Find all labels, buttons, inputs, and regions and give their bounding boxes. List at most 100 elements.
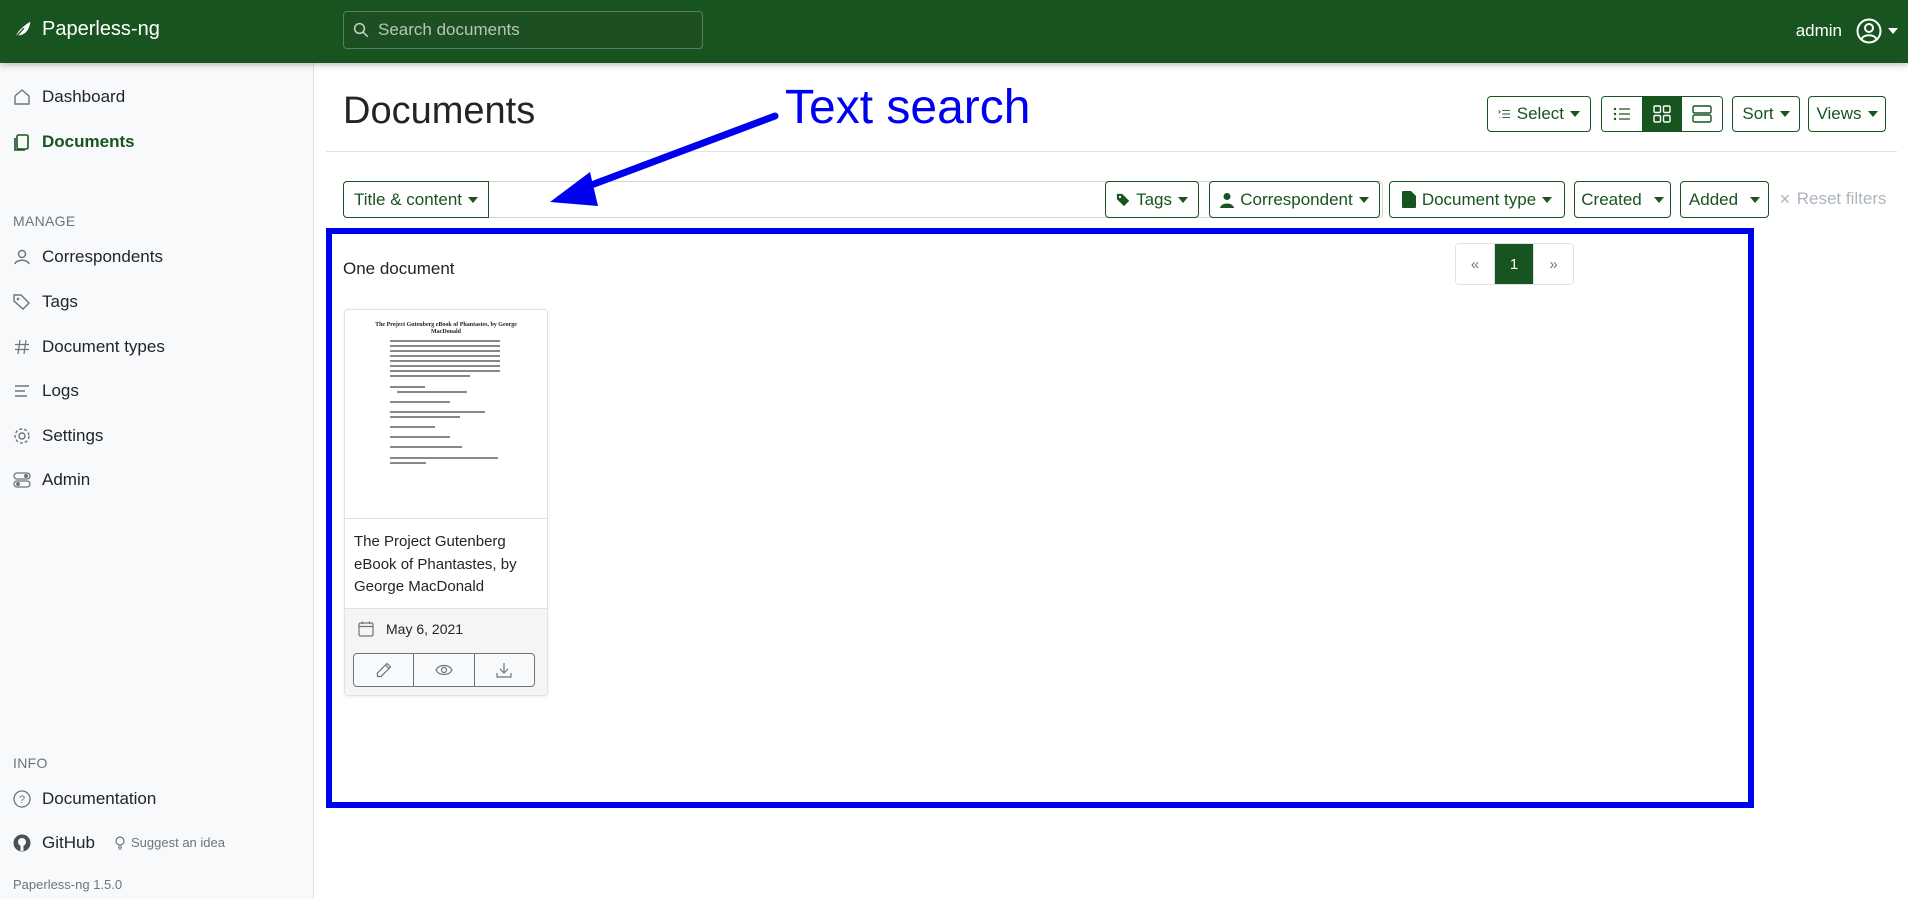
house-icon bbox=[14, 89, 30, 105]
pagination: « 1 » bbox=[1455, 243, 1574, 285]
sidebar-item-tags[interactable]: Tags bbox=[12, 292, 78, 312]
select-dropdown-button[interactable]: Select bbox=[1487, 96, 1591, 132]
sort-dropdown-button[interactable]: Sort bbox=[1732, 96, 1800, 132]
person-fill-icon bbox=[1220, 192, 1235, 208]
thumbnail-text-line bbox=[390, 375, 470, 377]
correspondent-filter-button[interactable]: Correspondent bbox=[1209, 181, 1380, 218]
thumbnail-text-line bbox=[390, 416, 460, 418]
manage-section-label: MANAGE bbox=[13, 213, 76, 229]
added-filter-button[interactable]: Added bbox=[1680, 181, 1769, 218]
info-section-label: INFO bbox=[13, 755, 48, 771]
app-version: Paperless-ng 1.5.0 bbox=[13, 877, 123, 892]
user-menu[interactable]: admin bbox=[1796, 18, 1898, 44]
thumbnail-text-line bbox=[390, 401, 450, 403]
tags-icon bbox=[13, 294, 30, 310]
thumbnail-text-line bbox=[390, 462, 426, 464]
thumbnail-text-line bbox=[390, 426, 435, 428]
sidebar-item-label: Settings bbox=[42, 426, 104, 445]
search-icon bbox=[353, 22, 369, 38]
chevron-down-icon bbox=[1542, 196, 1553, 203]
svg-text:?: ? bbox=[19, 794, 25, 806]
calendar-icon bbox=[358, 621, 374, 637]
chevron-down-icon bbox=[1653, 196, 1664, 203]
select-label: Select bbox=[1516, 104, 1564, 123]
app-name: Paperless-ng bbox=[42, 18, 160, 40]
view-details-button[interactable] bbox=[1602, 97, 1642, 131]
sidebar-item-correspondents[interactable]: Correspondents bbox=[12, 247, 163, 267]
tags-filter-label: Tags bbox=[1136, 189, 1172, 209]
download-icon bbox=[496, 663, 512, 678]
sidebar-item-label: Tags bbox=[42, 292, 78, 311]
sort-label: Sort bbox=[1742, 104, 1774, 123]
text-filter-scope-button[interactable]: Title & content bbox=[343, 181, 489, 218]
app-brand[interactable]: Paperless-ng bbox=[12, 18, 160, 41]
document-title[interactable]: The Project Gutenberg eBook of Phantaste… bbox=[354, 531, 542, 599]
view-small-cards-button[interactable] bbox=[1642, 97, 1682, 131]
large-cards-icon bbox=[1692, 105, 1712, 123]
file-icon bbox=[1401, 191, 1416, 208]
tags-filter-button[interactable]: Tags bbox=[1105, 181, 1199, 218]
reset-filters-label: Reset filters bbox=[1796, 189, 1887, 208]
tag-icon bbox=[1116, 193, 1130, 206]
list-icon bbox=[1613, 107, 1630, 121]
view-mode-toggle[interactable] bbox=[1601, 96, 1723, 132]
preview-document-button[interactable] bbox=[414, 654, 475, 686]
thumbnail-text-line bbox=[390, 411, 485, 413]
lightbulb-icon bbox=[115, 835, 125, 850]
question-circle-icon: ? bbox=[13, 790, 31, 808]
suggest-idea-link[interactable]: Suggest an idea bbox=[114, 835, 225, 850]
sidebar-item-label: Admin bbox=[42, 470, 91, 489]
correspondent-filter-label: Correspondent bbox=[1240, 189, 1353, 209]
document-thumbnail[interactable]: The Project Gutenberg eBook of Phantaste… bbox=[345, 310, 547, 519]
hash-icon bbox=[15, 339, 29, 355]
edit-document-button[interactable] bbox=[354, 654, 415, 686]
chevron-down-icon bbox=[1358, 196, 1369, 203]
search-input[interactable] bbox=[378, 20, 698, 40]
download-document-button[interactable] bbox=[475, 654, 534, 686]
username: admin bbox=[1795, 21, 1842, 40]
pagination-next[interactable]: » bbox=[1534, 244, 1573, 284]
document-type-filter-label: Document type bbox=[1421, 189, 1537, 209]
sidebar-item-document-types[interactable]: Document types bbox=[12, 337, 165, 357]
header-divider bbox=[326, 151, 1897, 152]
chevron-down-icon bbox=[1867, 111, 1878, 117]
sidebar-item-documents[interactable]: Documents bbox=[12, 132, 135, 152]
added-filter-label: Added bbox=[1688, 189, 1739, 209]
documents-icon bbox=[14, 134, 29, 151]
document-date-text: May 6, 2021 bbox=[386, 621, 464, 637]
document-type-filter-button[interactable]: Document type bbox=[1389, 181, 1565, 218]
created-filter-button[interactable]: Created bbox=[1574, 181, 1671, 218]
sidebar-item-label: Document types bbox=[42, 337, 165, 356]
sidebar-item-documentation[interactable]: ? Documentation bbox=[12, 789, 156, 809]
chevron-down-icon bbox=[1750, 196, 1761, 203]
search-box[interactable] bbox=[343, 11, 703, 49]
sidebar-item-admin[interactable]: Admin bbox=[12, 470, 90, 490]
chevron-down-icon bbox=[1888, 28, 1898, 34]
thumbnail-text-line bbox=[390, 446, 462, 448]
chevron-down-icon bbox=[468, 196, 479, 203]
thumbnail-text-line bbox=[390, 345, 500, 347]
leaf-logo-icon bbox=[14, 21, 31, 39]
view-large-cards-button[interactable] bbox=[1682, 97, 1722, 131]
reset-filters-button[interactable]: ✕ Reset filters bbox=[1779, 189, 1886, 209]
page-title: Documents bbox=[343, 90, 536, 132]
chevron-down-icon bbox=[1570, 111, 1580, 117]
sidebar-item-label: Logs bbox=[42, 381, 79, 400]
suggest-idea-label: Suggest an idea bbox=[131, 835, 225, 850]
card-footer: May 6, 2021 bbox=[345, 608, 547, 695]
gear-icon bbox=[14, 428, 30, 444]
pagination-page-1[interactable]: 1 bbox=[1495, 244, 1534, 284]
document-card[interactable]: The Project Gutenberg eBook of Phantaste… bbox=[344, 309, 548, 696]
sidebar: Dashboard Documents MANAGE Correspondent… bbox=[0, 63, 314, 899]
sidebar-item-settings[interactable]: Settings bbox=[12, 426, 103, 446]
sidebar-item-github[interactable]: GitHub bbox=[12, 833, 95, 853]
pagination-prev[interactable]: « bbox=[1456, 244, 1495, 284]
sidebar-item-label: Correspondents bbox=[42, 247, 163, 266]
thumbnail-text-line bbox=[390, 355, 500, 357]
sidebar-item-dashboard[interactable]: Dashboard bbox=[12, 87, 125, 107]
text-lines-icon bbox=[15, 385, 29, 397]
views-dropdown-button[interactable]: Views bbox=[1808, 96, 1886, 132]
pencil-icon bbox=[376, 662, 392, 678]
sidebar-item-logs[interactable]: Logs bbox=[12, 381, 79, 401]
chevron-down-icon bbox=[1178, 196, 1188, 203]
